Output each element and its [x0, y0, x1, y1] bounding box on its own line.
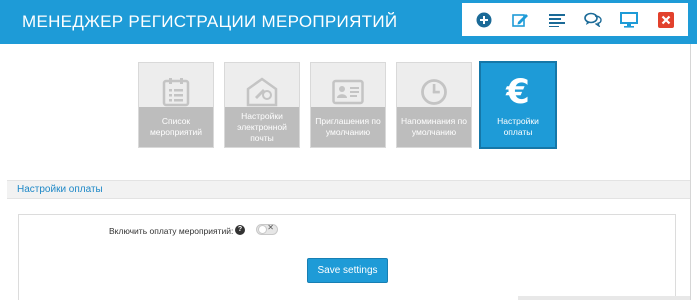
- section-title: Настройки оплаты: [17, 184, 103, 195]
- email-settings-icon: [225, 73, 299, 111]
- toggle-knob: [258, 225, 267, 234]
- help-icon[interactable]: ?: [235, 225, 245, 235]
- monitor-icon: [620, 11, 639, 28]
- enable-payment-row: Включить оплату мероприятий: ? ✕: [19, 223, 675, 240]
- save-settings-button[interactable]: Save settings: [307, 258, 388, 283]
- list-button[interactable]: [546, 9, 568, 31]
- calendar-list-icon: [139, 73, 213, 111]
- edit-button[interactable]: [509, 9, 531, 31]
- tile-payment-settings[interactable]: € Настройки оплаты: [479, 61, 557, 149]
- add-button[interactable]: [473, 9, 495, 31]
- payment-settings-panel: Включить оплату мероприятий: ? ✕ Save se…: [18, 214, 676, 300]
- bottom-shade: [518, 296, 690, 300]
- tile-email-settings[interactable]: Настройки электронной почты: [224, 62, 300, 148]
- tile-label: Настройки оплаты: [481, 107, 555, 147]
- enable-payment-label: Включить оплату мероприятий:: [109, 226, 234, 236]
- section-header: Настройки оплаты: [7, 180, 690, 199]
- edit-icon: [512, 13, 528, 27]
- tile-default-reminders[interactable]: Напоминания по умолчанию: [396, 62, 472, 148]
- enable-payment-toggle[interactable]: ✕: [256, 223, 278, 235]
- clock-icon: [397, 73, 471, 111]
- close-button[interactable]: [655, 9, 677, 31]
- header-edge: [688, 0, 697, 44]
- tile-label: Список мероприятий: [139, 107, 213, 147]
- preview-button[interactable]: [618, 9, 640, 31]
- close-icon: [657, 11, 674, 28]
- toolbar: [462, 3, 688, 36]
- toggle-off-icon: ✕: [267, 223, 274, 232]
- feature-tiles: Список мероприятий Настройки электронной…: [0, 61, 697, 152]
- invitation-card-icon: [311, 73, 385, 111]
- chat-icon: [584, 12, 602, 27]
- chat-button[interactable]: [582, 9, 604, 31]
- list-icon: [548, 13, 565, 27]
- tile-label: Приглашения по умолчанию: [311, 107, 385, 147]
- euro-icon: €: [506, 72, 530, 112]
- tile-event-list[interactable]: Список мероприятий: [138, 62, 214, 148]
- tile-label: Напоминания по умолчанию: [397, 107, 471, 147]
- tile-default-invitations[interactable]: Приглашения по умолчанию: [310, 62, 386, 148]
- add-circle-icon: [476, 12, 492, 27]
- tile-label: Настройки электронной почты: [225, 107, 299, 147]
- page-title: МЕНЕДЖЕР РЕГИСТРАЦИИ МЕРОПРИЯТИЙ: [22, 12, 398, 31]
